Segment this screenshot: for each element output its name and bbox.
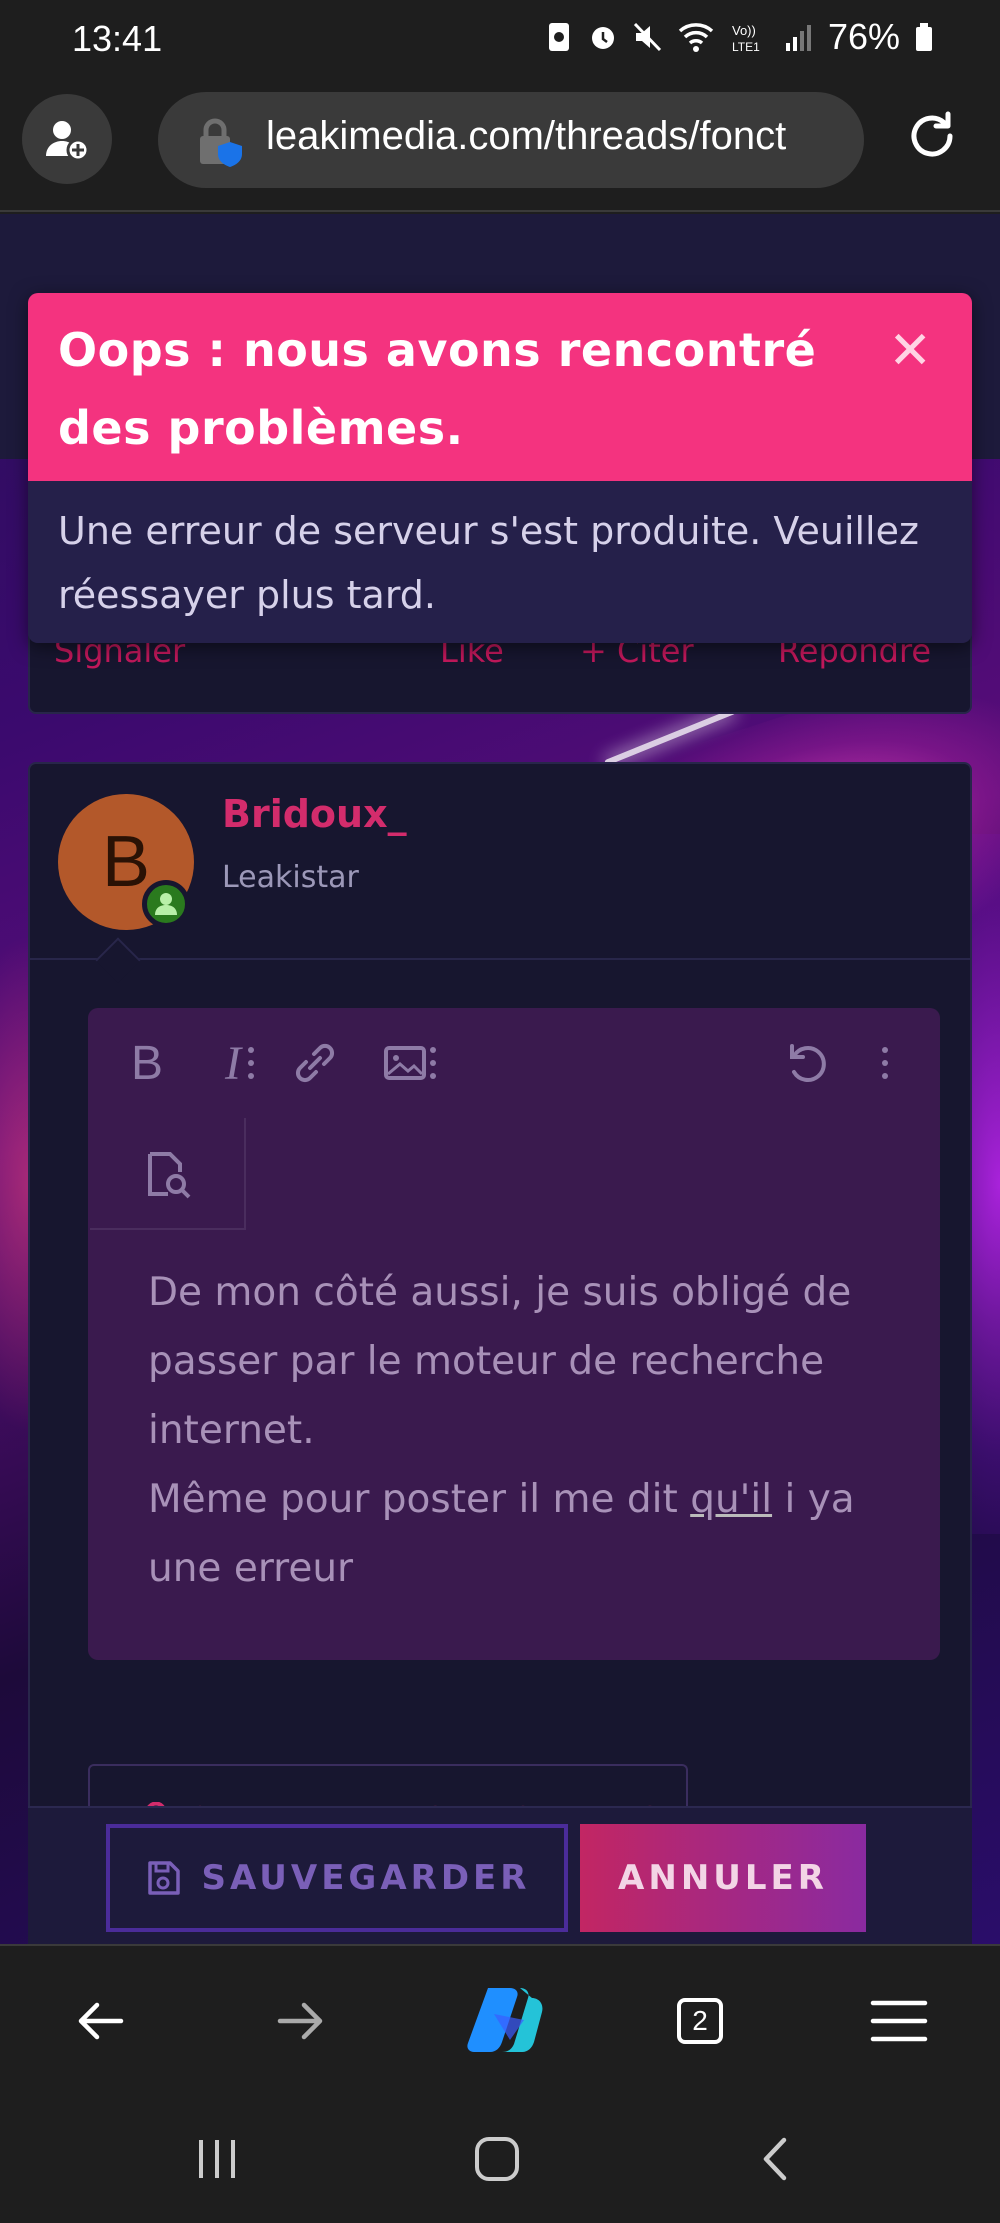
svg-text:LTE1: LTE1 [732,40,760,54]
more-vertical-icon[interactable] [224,1036,278,1090]
toast-title: Oops : nous avons rencontré des problème… [58,323,817,455]
status-bar: 13:41 Vo)) LTE1 76% [0,0,1000,80]
editor-content[interactable]: De mon côté aussi, je suis obligé de pas… [148,1258,908,1603]
editor-toolbar: B I [88,1008,940,1118]
browser-bottom-bar: 2 [0,1944,1000,2094]
message-editor[interactable]: B I De mon côté aussi, je suis obligé de… [88,1008,940,1660]
preview-icon [148,1152,191,1199]
lock-shield-icon [200,118,242,167]
alarm-icon [591,27,614,49]
recent-apps-icon[interactable] [182,2124,252,2194]
home-icon[interactable] [462,2124,532,2194]
spellcheck-word[interactable]: qu'il [690,1477,772,1522]
more-vertical-icon[interactable] [858,1036,912,1090]
battery-saver-icon [548,23,569,51]
system-nav-bar [0,2094,1000,2223]
preview-tab[interactable] [90,1118,246,1230]
browser-toolbar: leakimedia.com/threads/fonct [0,80,1000,212]
toast-body: Une erreur de serveur s'est produite. Ve… [28,481,972,643]
system-back-icon[interactable] [742,2124,812,2194]
profile-add-icon [46,121,90,162]
tabs-button[interactable]: 2 [665,1986,735,2056]
copilot-icon[interactable] [464,1980,544,2060]
undo-icon[interactable] [780,1036,834,1090]
bold-icon[interactable]: B [120,1036,174,1090]
tab-count: 2 [677,1998,723,2044]
save-label: SAUVEGARDER [201,1858,531,1898]
divider [30,958,970,960]
reply-post: B Bridoux_ Leakistar B I De mon côté aus… [28,762,972,1944]
editor-text-line: Même pour poster il me dit [148,1477,691,1522]
menu-icon[interactable] [864,1986,934,2056]
error-toast: Oops : nous avons rencontré des problème… [28,293,972,643]
mute-icon [633,22,662,52]
profile-button[interactable] [22,94,112,184]
url-text: leakimedia.com/threads/fonct [266,114,787,158]
reload-icon[interactable] [904,108,960,164]
link-icon[interactable] [288,1036,342,1090]
user-title: Leakistar [222,860,359,895]
forward-arrow-icon[interactable] [265,1986,335,2056]
speech-notch [95,937,141,983]
status-time: 13:41 [72,18,163,59]
close-icon[interactable]: ✕ [888,321,932,381]
toast-message: Une erreur de serveur s'est produite. Ve… [58,509,919,617]
save-button[interactable]: SAUVEGARDER [106,1824,568,1932]
toast-header: Oops : nous avons rencontré des problème… [28,293,972,481]
save-icon [147,1861,180,1895]
cancel-label: ANNULER [618,1858,828,1898]
editor-text-line: De mon côté aussi, je suis obligé de pas… [148,1270,852,1453]
battery-percent: 76% [827,16,900,57]
online-status-icon [142,880,190,928]
back-arrow-icon[interactable] [66,1986,136,2056]
svg-text:Vo)): Vo)) [732,23,756,38]
status-icons: Vo)) LTE1 76% [544,16,934,58]
more-vertical-icon[interactable] [406,1036,460,1090]
address-bar[interactable]: leakimedia.com/threads/fonct [158,92,864,188]
wifi-icon [678,23,714,52]
battery-icon [916,23,932,51]
volte-icon: Vo)) LTE1 [732,23,760,54]
signal-icon [785,25,811,51]
cancel-button[interactable]: ANNULER [580,1824,866,1932]
username[interactable]: Bridoux_ [222,792,407,836]
